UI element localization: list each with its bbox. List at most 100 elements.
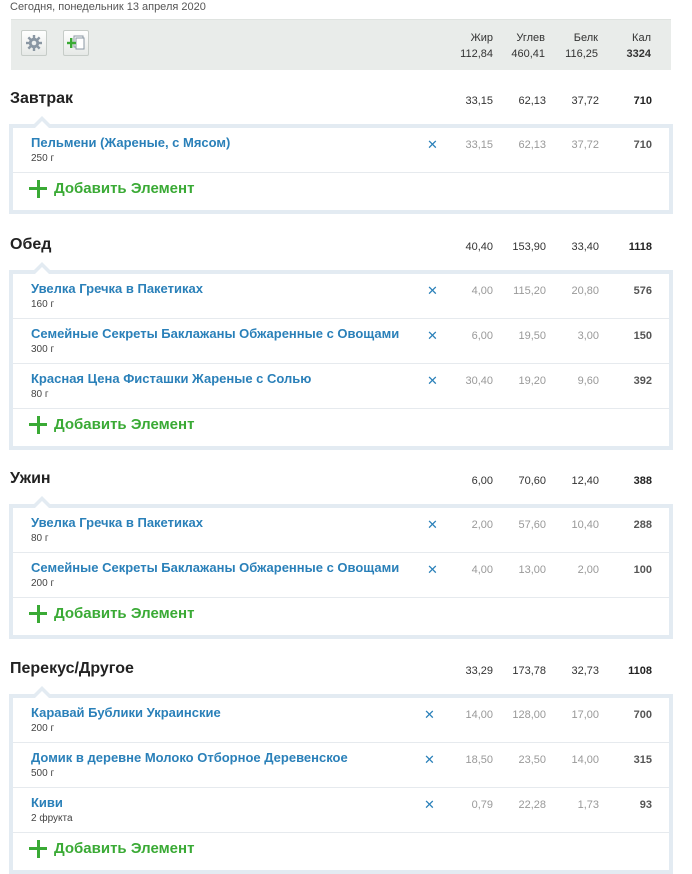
add-item-label: Добавить Элемент <box>54 605 195 622</box>
food-prot: 17,00 <box>571 709 599 721</box>
food-name-link[interactable]: Домик в деревне Молоко Отборное Деревенс… <box>31 750 348 765</box>
meal-sum-fat: 33,15 <box>465 95 493 107</box>
add-item-button[interactable]: Добавить Элемент <box>13 409 669 446</box>
food-fat: 18,50 <box>465 754 493 766</box>
food-row: Увелка Гречка в Пакетиках 80 г ✕ 2,00 57… <box>13 508 669 553</box>
food-name-link[interactable]: Семейные Секреты Баклажаны Обжаренные с … <box>31 326 399 341</box>
meal-sum-carb: 153,90 <box>512 241 546 253</box>
meal-sum-carb: 62,13 <box>518 95 546 107</box>
food-name-link[interactable]: Увелка Гречка в Пакетиках <box>31 515 203 530</box>
settings-button[interactable] <box>21 30 47 56</box>
food-name-link[interactable]: Красная Цена Фисташки Жареные с Солью <box>31 371 311 386</box>
meal-box-breakfast: Пельмени (Жареные, с Мясом) 250 г ✕ 33,1… <box>9 116 673 214</box>
add-item-button[interactable]: Добавить Элемент <box>13 598 669 635</box>
add-item-button[interactable]: Добавить Элемент <box>13 173 669 210</box>
meal-header-snack: Перекус/Другое 33,29 173,78 32,73 1108 <box>0 660 692 684</box>
copy-meal-button[interactable] <box>63 30 89 56</box>
meal-sum-carb: 70,60 <box>518 475 546 487</box>
food-name-link[interactable]: Пельмени (Жареные, с Мясом) <box>31 135 230 150</box>
meal-title: Ужин <box>10 470 51 487</box>
food-amount: 200 г <box>31 723 55 734</box>
total-cal-label: Кал <box>632 32 651 44</box>
food-cal: 93 <box>639 799 652 811</box>
meal-title: Обед <box>10 236 52 253</box>
food-name-link[interactable]: Семейные Секреты Баклажаны Обжаренные с … <box>31 560 399 575</box>
total-prot-value: 116,25 <box>565 48 598 60</box>
food-row: Домик в деревне Молоко Отборное Деревенс… <box>13 743 669 788</box>
add-item-label: Добавить Элемент <box>54 840 195 857</box>
food-row: Увелка Гречка в Пакетиках 160 г ✕ 4,00 1… <box>13 274 669 319</box>
totals-header: Жир Углев Белк Кал 112,84 460,41 116,25 … <box>11 19 671 70</box>
food-fat: 4,00 <box>471 285 493 297</box>
meal-sum-cal: 1108 <box>628 665 652 677</box>
food-prot: 37,72 <box>571 139 599 151</box>
food-prot: 2,00 <box>577 564 599 576</box>
food-row: Пельмени (Жареные, с Мясом) 250 г ✕ 33,1… <box>13 128 669 173</box>
meal-header-lunch: Обед 40,40 153,90 33,40 1118 <box>0 236 692 260</box>
meal-box-lunch: Увелка Гречка в Пакетиках 160 г ✕ 4,00 1… <box>9 262 673 450</box>
food-amount: 200 г <box>31 578 55 589</box>
gear-icon <box>26 35 42 51</box>
plus-icon <box>29 179 49 199</box>
food-cal: 100 <box>633 564 652 576</box>
meal-sum-prot: 33,40 <box>571 241 599 253</box>
meal-sum-prot: 32,73 <box>571 665 599 677</box>
food-amount: 250 г <box>31 153 55 164</box>
food-carb: 13,00 <box>518 564 546 576</box>
meal-sum-fat: 6,00 <box>471 475 493 487</box>
add-item-label: Добавить Элемент <box>54 180 195 197</box>
food-fat: 0,79 <box>471 799 493 811</box>
meal-sum-prot: 12,40 <box>571 475 599 487</box>
total-prot-label: Белк <box>573 32 598 44</box>
meal-sum-carb: 173,78 <box>512 665 546 677</box>
food-prot: 14,00 <box>571 754 599 766</box>
food-carb: 115,20 <box>513 285 546 297</box>
food-name-link[interactable]: Каравай Бублики Украинские <box>31 705 221 720</box>
meal-title: Перекус/Другое <box>10 660 134 677</box>
total-fat-label: Жир <box>470 32 493 44</box>
food-name-link[interactable]: Увелка Гречка в Пакетиках <box>31 281 203 296</box>
food-carb: 62,13 <box>518 139 546 151</box>
food-prot: 20,80 <box>571 285 599 297</box>
food-row: Каравай Бублики Украинские 200 г ✕ 14,00… <box>13 698 669 743</box>
meal-sum-cal: 710 <box>633 95 652 107</box>
meal-header-breakfast: Завтрак 33,15 62,13 37,72 710 <box>0 90 692 114</box>
total-carb-value: 460,41 <box>511 48 545 60</box>
total-fat-value: 112,84 <box>460 48 493 60</box>
food-carb: 57,60 <box>518 519 546 531</box>
food-fat: 33,15 <box>465 139 493 151</box>
date-line: Сегодня, понедельник 13 апреля 2020 <box>10 1 206 13</box>
food-cal: 700 <box>633 709 652 721</box>
food-amount: 80 г <box>31 389 49 400</box>
meal-title: Завтрак <box>10 90 74 107</box>
add-item-button[interactable]: Добавить Элемент <box>13 833 669 870</box>
food-fat: 14,00 <box>465 709 493 721</box>
food-amount: 160 г <box>31 299 55 310</box>
meal-sum-cal: 1118 <box>628 241 652 253</box>
add-item-label: Добавить Элемент <box>54 416 195 433</box>
meal-sum-prot: 37,72 <box>571 95 599 107</box>
meal-sum-fat: 33,29 <box>465 665 493 677</box>
food-cal: 315 <box>633 754 652 766</box>
total-cal-value: 3324 <box>626 48 651 60</box>
food-carb: 19,50 <box>518 330 546 342</box>
meal-sum-fat: 40,40 <box>465 241 493 253</box>
food-cal: 288 <box>633 519 652 531</box>
food-prot: 9,60 <box>577 375 599 387</box>
meal-box-snack: Каравай Бублики Украинские 200 г ✕ 14,00… <box>9 686 673 874</box>
food-carb: 22,28 <box>518 799 546 811</box>
copy-add-icon <box>67 35 85 50</box>
food-amount: 80 г <box>31 533 49 544</box>
food-row: Красная Цена Фисташки Жареные с Солью 80… <box>13 364 669 409</box>
food-amount: 300 г <box>31 344 55 355</box>
meal-box-dinner: Увелка Гречка в Пакетиках 80 г ✕ 2,00 57… <box>9 496 673 639</box>
food-cal: 576 <box>633 285 652 297</box>
plus-icon <box>29 604 49 624</box>
food-amount: 500 г <box>31 768 55 779</box>
plus-icon <box>29 839 49 859</box>
food-name-link[interactable]: Киви <box>31 795 63 810</box>
food-prot: 1,73 <box>577 799 599 811</box>
food-carb: 23,50 <box>518 754 546 766</box>
food-fat: 6,00 <box>471 330 493 342</box>
food-row: Семейные Секреты Баклажаны Обжаренные с … <box>13 553 669 598</box>
